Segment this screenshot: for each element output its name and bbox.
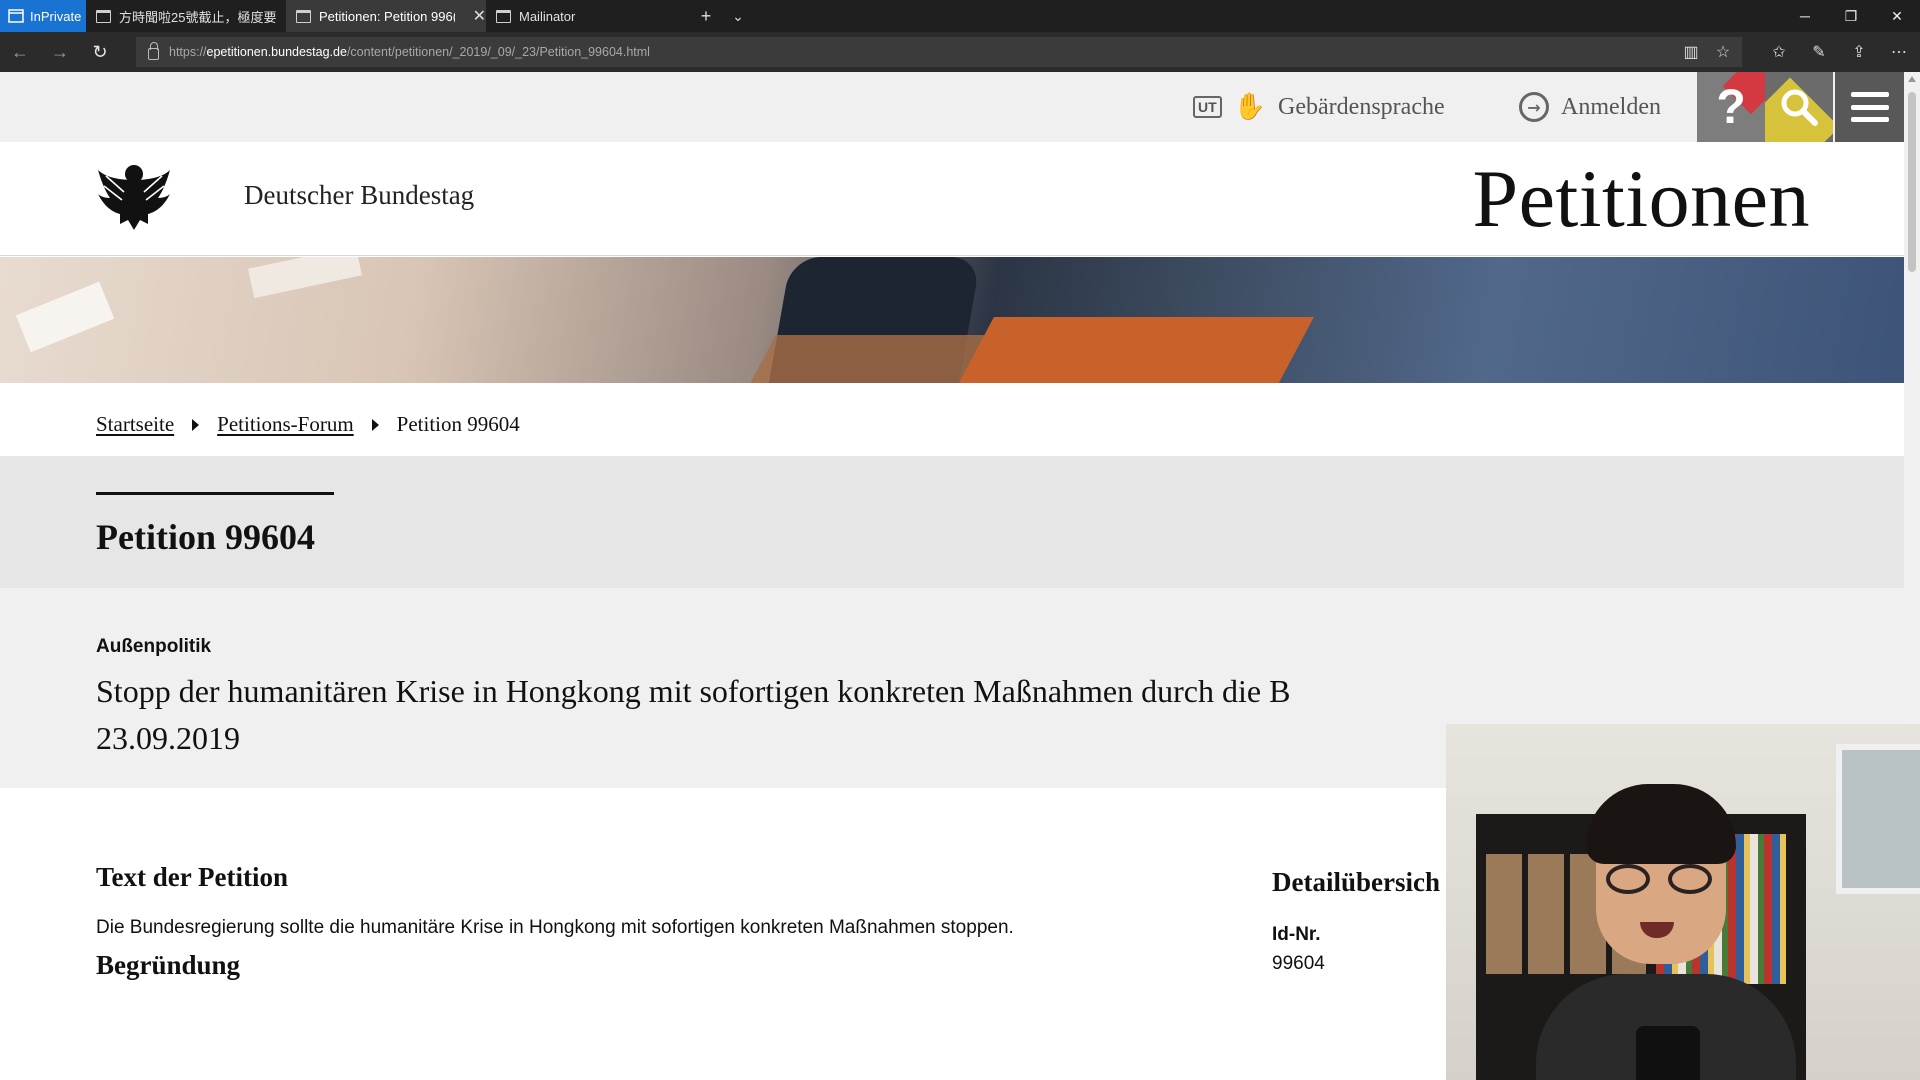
breadcrumb-separator-icon — [371, 418, 379, 431]
person-glasses — [1606, 864, 1716, 894]
petition-text-body: Die Bundesregierung sollte die humanitär… — [96, 917, 1014, 938]
federal-eagle-logo[interactable] — [96, 162, 172, 232]
help-button[interactable]: ? — [1697, 72, 1765, 142]
breadcrumb: Startseite Petitions-Forum Petition 9960… — [96, 412, 520, 437]
tab-title: Petitionen: Petition 996( — [319, 8, 455, 24]
breadcrumb-home-link[interactable]: Startseite — [96, 412, 174, 437]
reading-view-icon[interactable]: ▥ — [1676, 37, 1706, 67]
webcam-overlay — [1446, 724, 1920, 1080]
web-note-pen-icon[interactable]: ✎ — [1804, 37, 1834, 67]
reason-heading: Begründung — [96, 950, 241, 980]
url-text: https://epetitionen.bundestag.de/content… — [169, 45, 650, 59]
restore-icon[interactable]: ❐ — [1828, 0, 1874, 32]
subtitle-badge: UT — [1193, 96, 1222, 118]
inprivate-icon — [8, 9, 24, 23]
page-title: Petition 99604 — [96, 517, 315, 557]
lock-icon — [148, 42, 159, 60]
details-heading: Detailübersich — [1272, 867, 1440, 897]
breadcrumb-current: Petition 99604 — [396, 412, 520, 436]
share-icon[interactable]: ⇪ — [1844, 37, 1874, 67]
tab-1[interactable]: 方時聞啦25號截止，極度要 — [86, 0, 286, 32]
browser-tab-bar: InPrivate 方時聞啦25號截止，極度要 Petitionen: Peti… — [0, 0, 1920, 32]
tab-title: Mailinator — [519, 8, 576, 24]
page-icon — [296, 9, 311, 23]
tab-3[interactable]: Mailinator — [486, 0, 686, 32]
hero-desk — [744, 335, 986, 383]
hero-paper — [15, 281, 115, 353]
webcam-person — [1536, 784, 1796, 1080]
login-link[interactable]: → Anmelden — [1519, 72, 1661, 142]
microphone — [1636, 1026, 1700, 1080]
petition-category: Außenpolitik — [96, 636, 212, 657]
page-icon — [496, 9, 511, 23]
favorite-star-icon[interactable]: ☆ — [1708, 37, 1738, 67]
tab-2-active[interactable]: Petitionen: Petition 996( ✕ — [286, 0, 486, 32]
search-icon — [1781, 89, 1818, 126]
title-rule — [96, 492, 334, 495]
hero-image — [0, 257, 1904, 383]
address-bar: ← → ↻ https://epetitionen.bundestag.de/c… — [0, 32, 1920, 72]
breadcrumb-forum-link[interactable]: Petitions-Forum — [217, 412, 354, 437]
more-options-icon[interactable]: ⋯ — [1884, 37, 1914, 67]
breadcrumb-separator-icon — [192, 418, 200, 431]
utility-bar: UT ✋ Gebärdensprache → Anmelden ? — [0, 72, 1904, 142]
sign-language-link[interactable]: UT ✋ Gebärdensprache — [1193, 72, 1445, 142]
forward-icon[interactable]: → — [40, 32, 80, 72]
refresh-icon[interactable]: ↻ — [80, 32, 120, 72]
scrollbar-thumb[interactable] — [1908, 92, 1916, 272]
inprivate-label: InPrivate — [30, 8, 82, 24]
menu-button[interactable] — [1835, 72, 1904, 142]
login-arrow-icon: → — [1519, 92, 1549, 122]
webcam-window — [1836, 744, 1920, 894]
new-tab-icon[interactable]: + — [690, 0, 722, 32]
login-label: Anmelden — [1561, 93, 1661, 120]
close-tab-icon[interactable]: ✕ — [473, 6, 486, 26]
hero-desk — [946, 317, 1314, 383]
person-hair — [1586, 784, 1736, 864]
scroll-up-icon[interactable] — [1908, 76, 1916, 82]
help-question-icon: ? — [1716, 80, 1746, 134]
window-close-icon[interactable]: ✕ — [1874, 0, 1920, 32]
tab-title: 方時聞啦25號截止，極度要 — [119, 9, 277, 25]
id-value: 99604 — [1272, 953, 1325, 974]
institution-name[interactable]: Deutscher Bundestag — [244, 180, 474, 211]
search-button[interactable] — [1765, 72, 1833, 142]
inprivate-badge[interactable]: InPrivate — [0, 0, 86, 32]
sign-language-label: Gebärdensprache — [1278, 93, 1445, 120]
tab-list-chevron-icon[interactable]: ⌄ — [722, 0, 754, 32]
url-field[interactable]: https://epetitionen.bundestag.de/content… — [136, 37, 1742, 67]
petition-headline-line: Stopp der humanitären Krise in Hongkong … — [96, 673, 1291, 709]
petition-text-heading: Text der Petition — [96, 862, 288, 892]
page-icon — [96, 9, 111, 23]
minimize-icon[interactable]: ─ — [1782, 0, 1828, 32]
title-band: Petition 99604 — [0, 456, 1904, 588]
site-title[interactable]: Petitionen — [1430, 152, 1810, 246]
id-label: Id-Nr. — [1272, 924, 1321, 945]
favorites-hub-icon[interactable]: ✩ — [1764, 37, 1794, 67]
hero-paper — [248, 257, 362, 299]
back-icon[interactable]: ← — [0, 32, 40, 72]
hamburger-icon — [1850, 92, 1889, 122]
sign-language-hand-icon: ✋ — [1233, 92, 1267, 121]
